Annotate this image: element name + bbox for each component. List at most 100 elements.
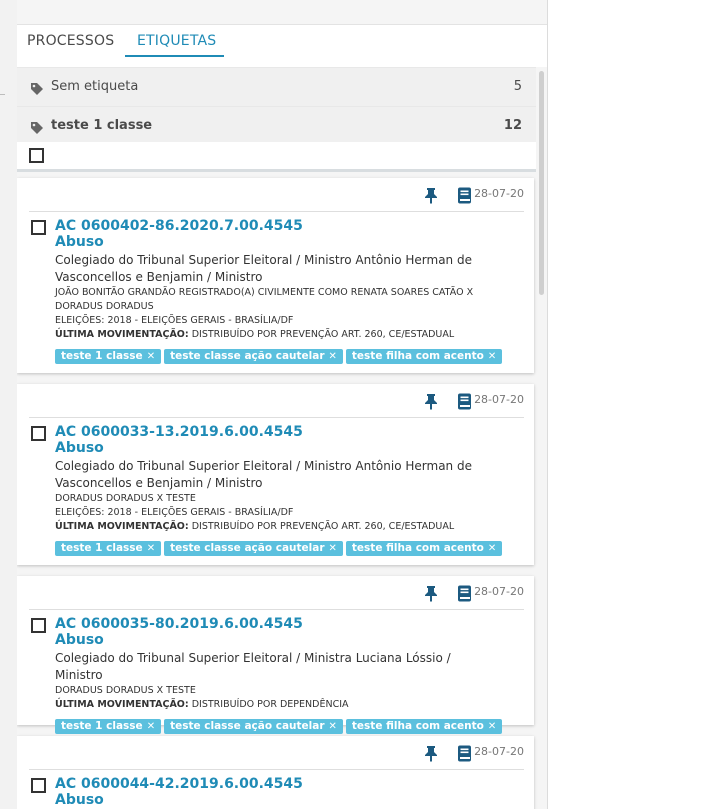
process-number-link[interactable]: AC 0600035-80.2019.6.00.4545: [55, 616, 303, 632]
card-checkbox[interactable]: [31, 220, 46, 235]
tag-group-count: 12: [503, 118, 522, 133]
tag-chips: teste 1 classe ✕ teste classe ação cautela…: [55, 714, 503, 734]
tag-chip[interactable]: teste 1 classe ✕: [55, 541, 162, 556]
judging-organ: Colegiado do Tribunal Superior Eleitoral…: [55, 459, 472, 490]
election-info: ELEIÇÕES: 2018 - ELEIÇÕES GERAIS - BRASÍ…: [55, 315, 294, 326]
active-tab-indicator: [125, 55, 224, 57]
tag-chip-label: teste classe ação cautelar: [170, 350, 325, 362]
book-icon[interactable]: [457, 585, 472, 606]
judging-organ: Colegiado do Tribunal Superior Eleitoral…: [55, 651, 451, 682]
tag-chip[interactable]: teste 1 classe ✕: [55, 349, 162, 364]
parties: JOÃO BONITÃO GRANDÃO REGISTRADO(A) CIVIL…: [55, 287, 474, 312]
pin-icon[interactable]: [424, 187, 438, 208]
scrollbar-thumb[interactable]: [539, 71, 544, 295]
tag-chip-label: teste filha com acento: [351, 720, 484, 732]
tag-icon: [30, 120, 44, 139]
parties: DORADUS DORADUS X TESTE: [55, 493, 196, 504]
pin-icon[interactable]: [424, 393, 438, 414]
tag-chip-label: teste 1 classe: [61, 350, 143, 362]
scrollbar[interactable]: [536, 67, 547, 809]
left-gutter: [0, 0, 17, 809]
tag-group-teste-1-classe[interactable]: teste 1 classe 12: [17, 106, 536, 146]
card-checkbox[interactable]: [31, 426, 46, 441]
tag-group-label: teste 1 classe: [51, 118, 153, 133]
last-movement-label: ÚLTIMA MOVIMENTAÇÃO:: [55, 329, 189, 340]
close-icon[interactable]: ✕: [147, 351, 155, 362]
book-icon[interactable]: [457, 187, 472, 208]
select-all-checkbox[interactable]: [29, 148, 44, 163]
card-body: Colegiado do Tribunal Superior Eleitoral…: [55, 458, 503, 556]
election-info: ELEIÇÕES: 2018 - ELEIÇÕES GERAIS - BRASÍ…: [55, 507, 294, 518]
process-number-link[interactable]: AC 0600033-13.2019.6.00.4545: [55, 424, 303, 440]
tag-chip-label: teste 1 classe: [61, 720, 143, 732]
last-movement-value: DISTRIBUÍDO POR DEPENDÊNCIA: [191, 699, 349, 710]
judging-organ: Colegiado do Tribunal Superior Eleitoral…: [55, 253, 472, 284]
tag-group-sem-etiqueta[interactable]: Sem etiqueta 5: [17, 67, 536, 107]
tag-chip-label: teste 1 classe: [61, 542, 143, 554]
close-icon[interactable]: ✕: [488, 543, 496, 554]
tab-bar: PROCESSOS ETIQUETAS: [17, 25, 547, 67]
tag-chip-label: teste filha com acento: [351, 350, 484, 362]
select-all-row: [17, 142, 536, 172]
pin-icon[interactable]: [424, 585, 438, 606]
card-body: Colegiado do Tribunal Superior Eleitoral…: [55, 252, 503, 364]
card-date: 28-07-20: [474, 585, 524, 598]
card-toolbar: 28-07-20: [29, 576, 524, 610]
tag-chips: teste 1 classe ✕ teste classe ação cautela…: [55, 536, 503, 556]
last-movement: ÚLTIMA MOVIMENTAÇÃO: DISTRIBUÍDO POR PRE…: [55, 328, 495, 342]
process-card: 28-07-20 AC 0600035-80.2019.6.00.4545 Ab…: [17, 576, 534, 734]
tag-chip[interactable]: teste 1 classe ✕: [55, 719, 162, 734]
pin-icon[interactable]: [424, 745, 438, 766]
tab-etiquetas[interactable]: ETIQUETAS: [137, 33, 216, 49]
tag-chip[interactable]: teste filha com acento ✕: [345, 719, 503, 734]
process-card: 28-07-20 AC 0600402-86.2020.7.00.4545 Ab…: [17, 178, 534, 373]
book-icon[interactable]: [457, 393, 472, 414]
process-class: Abuso: [55, 792, 104, 808]
close-icon[interactable]: ✕: [488, 721, 496, 732]
card-date: 28-07-20: [474, 393, 524, 406]
process-class: Abuso: [55, 632, 104, 648]
close-icon[interactable]: ✕: [488, 351, 496, 362]
book-icon[interactable]: [457, 745, 472, 766]
tab-processos[interactable]: PROCESSOS: [27, 33, 114, 49]
close-icon[interactable]: ✕: [147, 543, 155, 554]
gutter-divider: [0, 94, 5, 95]
card-toolbar: 28-07-20: [29, 178, 524, 212]
process-number-link[interactable]: AC 0600402-86.2020.7.00.4545: [55, 218, 303, 234]
process-class: Abuso: [55, 234, 104, 250]
tag-chip[interactable]: teste classe ação cautelar ✕: [164, 349, 343, 364]
card-checkbox[interactable]: [31, 778, 46, 793]
card-date: 28-07-20: [474, 187, 524, 200]
tag-chip[interactable]: teste filha com acento ✕: [345, 349, 503, 364]
last-movement: ÚLTIMA MOVIMENTAÇÃO: DISTRIBUÍDO POR PRE…: [55, 520, 495, 534]
tag-chip-label: teste classe ação cautelar: [170, 542, 325, 554]
tag-chip[interactable]: teste classe ação cautelar ✕: [164, 541, 343, 556]
tag-chip[interactable]: teste filha com acento ✕: [345, 541, 503, 556]
card-date: 28-07-20: [474, 745, 524, 758]
close-icon[interactable]: ✕: [329, 543, 337, 554]
tags-panel: PROCESSOS ETIQUETAS Sem etiqueta 5 teste…: [17, 0, 548, 809]
tag-group-label: Sem etiqueta: [51, 79, 139, 94]
tag-chips: teste 1 classe ✕ teste classe ação cautela…: [55, 344, 503, 364]
tag-chip-label: teste classe ação cautelar: [170, 720, 325, 732]
close-icon[interactable]: ✕: [147, 721, 155, 732]
tag-chip[interactable]: teste classe ação cautelar ✕: [164, 719, 343, 734]
card-body: Colegiado do Tribunal Superior Eleitoral…: [55, 650, 503, 734]
card-toolbar: 28-07-20: [29, 384, 524, 418]
card-checkbox[interactable]: [31, 618, 46, 633]
close-icon[interactable]: ✕: [329, 721, 337, 732]
process-card: 28-07-20 AC 0600033-13.2019.6.00.4545 Ab…: [17, 384, 534, 565]
process-number-link[interactable]: AC 0600044-42.2019.6.00.4545: [55, 776, 303, 792]
process-class: Abuso: [55, 440, 104, 456]
tag-icon: [30, 81, 44, 100]
parties: DORADUS DORADUS X TESTE: [55, 685, 196, 696]
last-movement-label: ÚLTIMA MOVIMENTAÇÃO:: [55, 521, 189, 532]
panel-header-strip: [17, 0, 547, 25]
close-icon[interactable]: ✕: [329, 351, 337, 362]
last-movement: ÚLTIMA MOVIMENTAÇÃO: DISTRIBUÍDO POR DEP…: [55, 698, 495, 712]
process-card: 28-07-20 AC 0600044-42.2019.6.00.4545 Ab…: [17, 736, 534, 809]
tag-chip-label: teste filha com acento: [351, 542, 484, 554]
card-toolbar: 28-07-20: [29, 736, 524, 770]
last-movement-value: DISTRIBUÍDO POR PREVENÇÃO ART. 260, CE/E…: [191, 521, 455, 532]
tag-group-count: 5: [513, 79, 522, 94]
